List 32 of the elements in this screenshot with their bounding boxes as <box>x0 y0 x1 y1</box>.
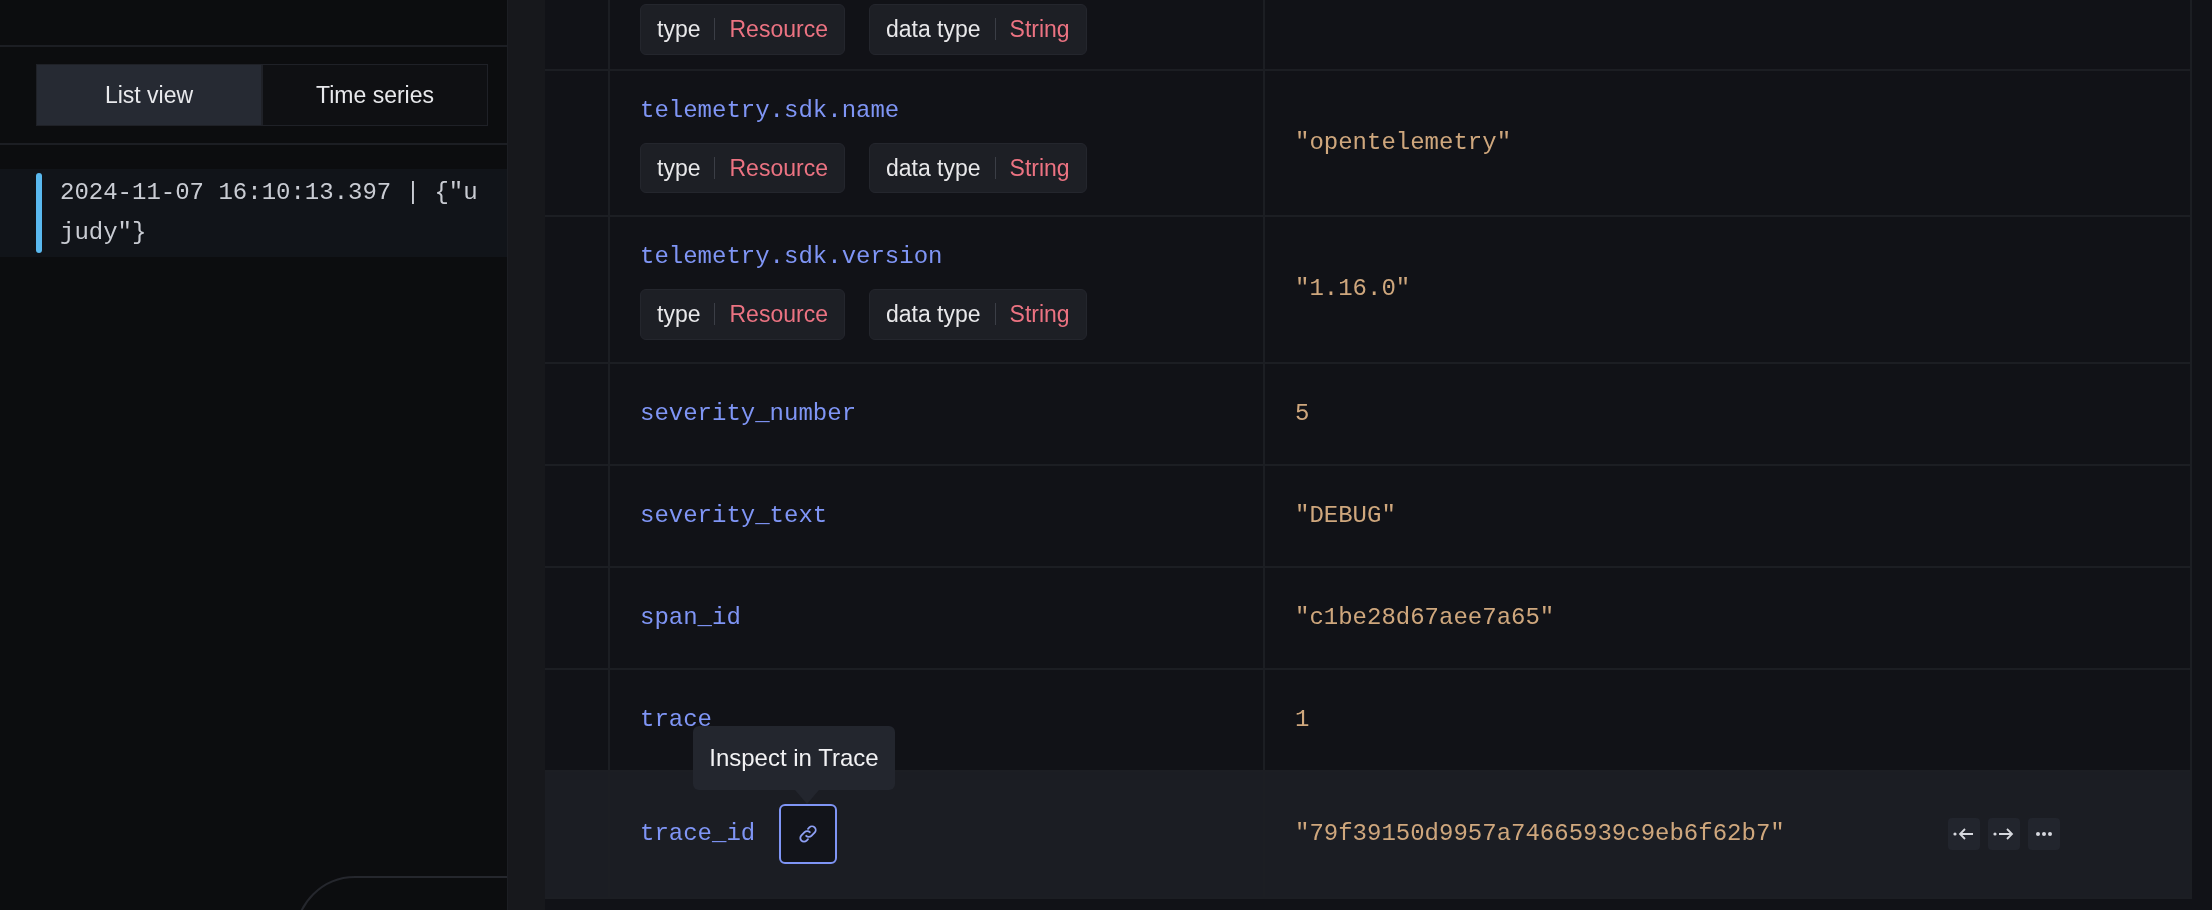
more-icon <box>2035 831 2053 837</box>
attribute-tag: data type String <box>868 289 1087 340</box>
filter-button[interactable] <box>1948 818 1980 850</box>
attribute-value: "79f39150d9957a74665939c9eb6f62b7" <box>1295 819 1785 849</box>
attribute-tag: type Resource <box>640 4 845 55</box>
view-tab[interactable]: Time series <box>262 64 488 126</box>
log-line[interactable]: judy"} <box>60 213 478 253</box>
attribute-tag: data type String <box>868 4 1087 55</box>
attribute-value: "opentelemetry" <box>1295 127 1512 158</box>
arrow-right-icon <box>1993 826 2015 842</box>
attribute-key: telemetry.sdk.version <box>640 239 943 275</box>
attribute-value: 1 <box>1295 704 1310 735</box>
arrow-left-icon <box>1953 826 1975 842</box>
attribute-tag: type Resource <box>640 289 845 340</box>
attribute-value: "DEBUG" <box>1295 500 1396 531</box>
log-line[interactable]: 2024-11-07 16:10:13.397 | {"u <box>60 173 478 213</box>
attribute-value: "c1be28d67aee7a65" <box>1295 602 1555 633</box>
attribute-tag: type Resource <box>640 142 845 193</box>
filter-button[interactable] <box>1988 818 2020 850</box>
attribute-value: 5 <box>1295 398 1310 429</box>
attribute-key: span_id <box>640 599 741 636</box>
link-button[interactable] <box>779 804 838 864</box>
attribute-key: severity_number <box>640 395 857 432</box>
attribute-value: "1.16.0" <box>1295 274 1411 305</box>
attribute-key: telemetry.sdk.name <box>640 92 900 129</box>
attribute-key: severity_text <box>640 497 828 534</box>
tooltip: Inspect in Trace <box>693 726 895 790</box>
attribute-tag: data type String <box>868 142 1087 193</box>
attribute-key: trace_id <box>640 816 756 852</box>
tooltip-pointer <box>795 790 820 804</box>
view-tab[interactable]: List view <box>36 64 262 126</box>
more-button[interactable] <box>2028 818 2060 850</box>
